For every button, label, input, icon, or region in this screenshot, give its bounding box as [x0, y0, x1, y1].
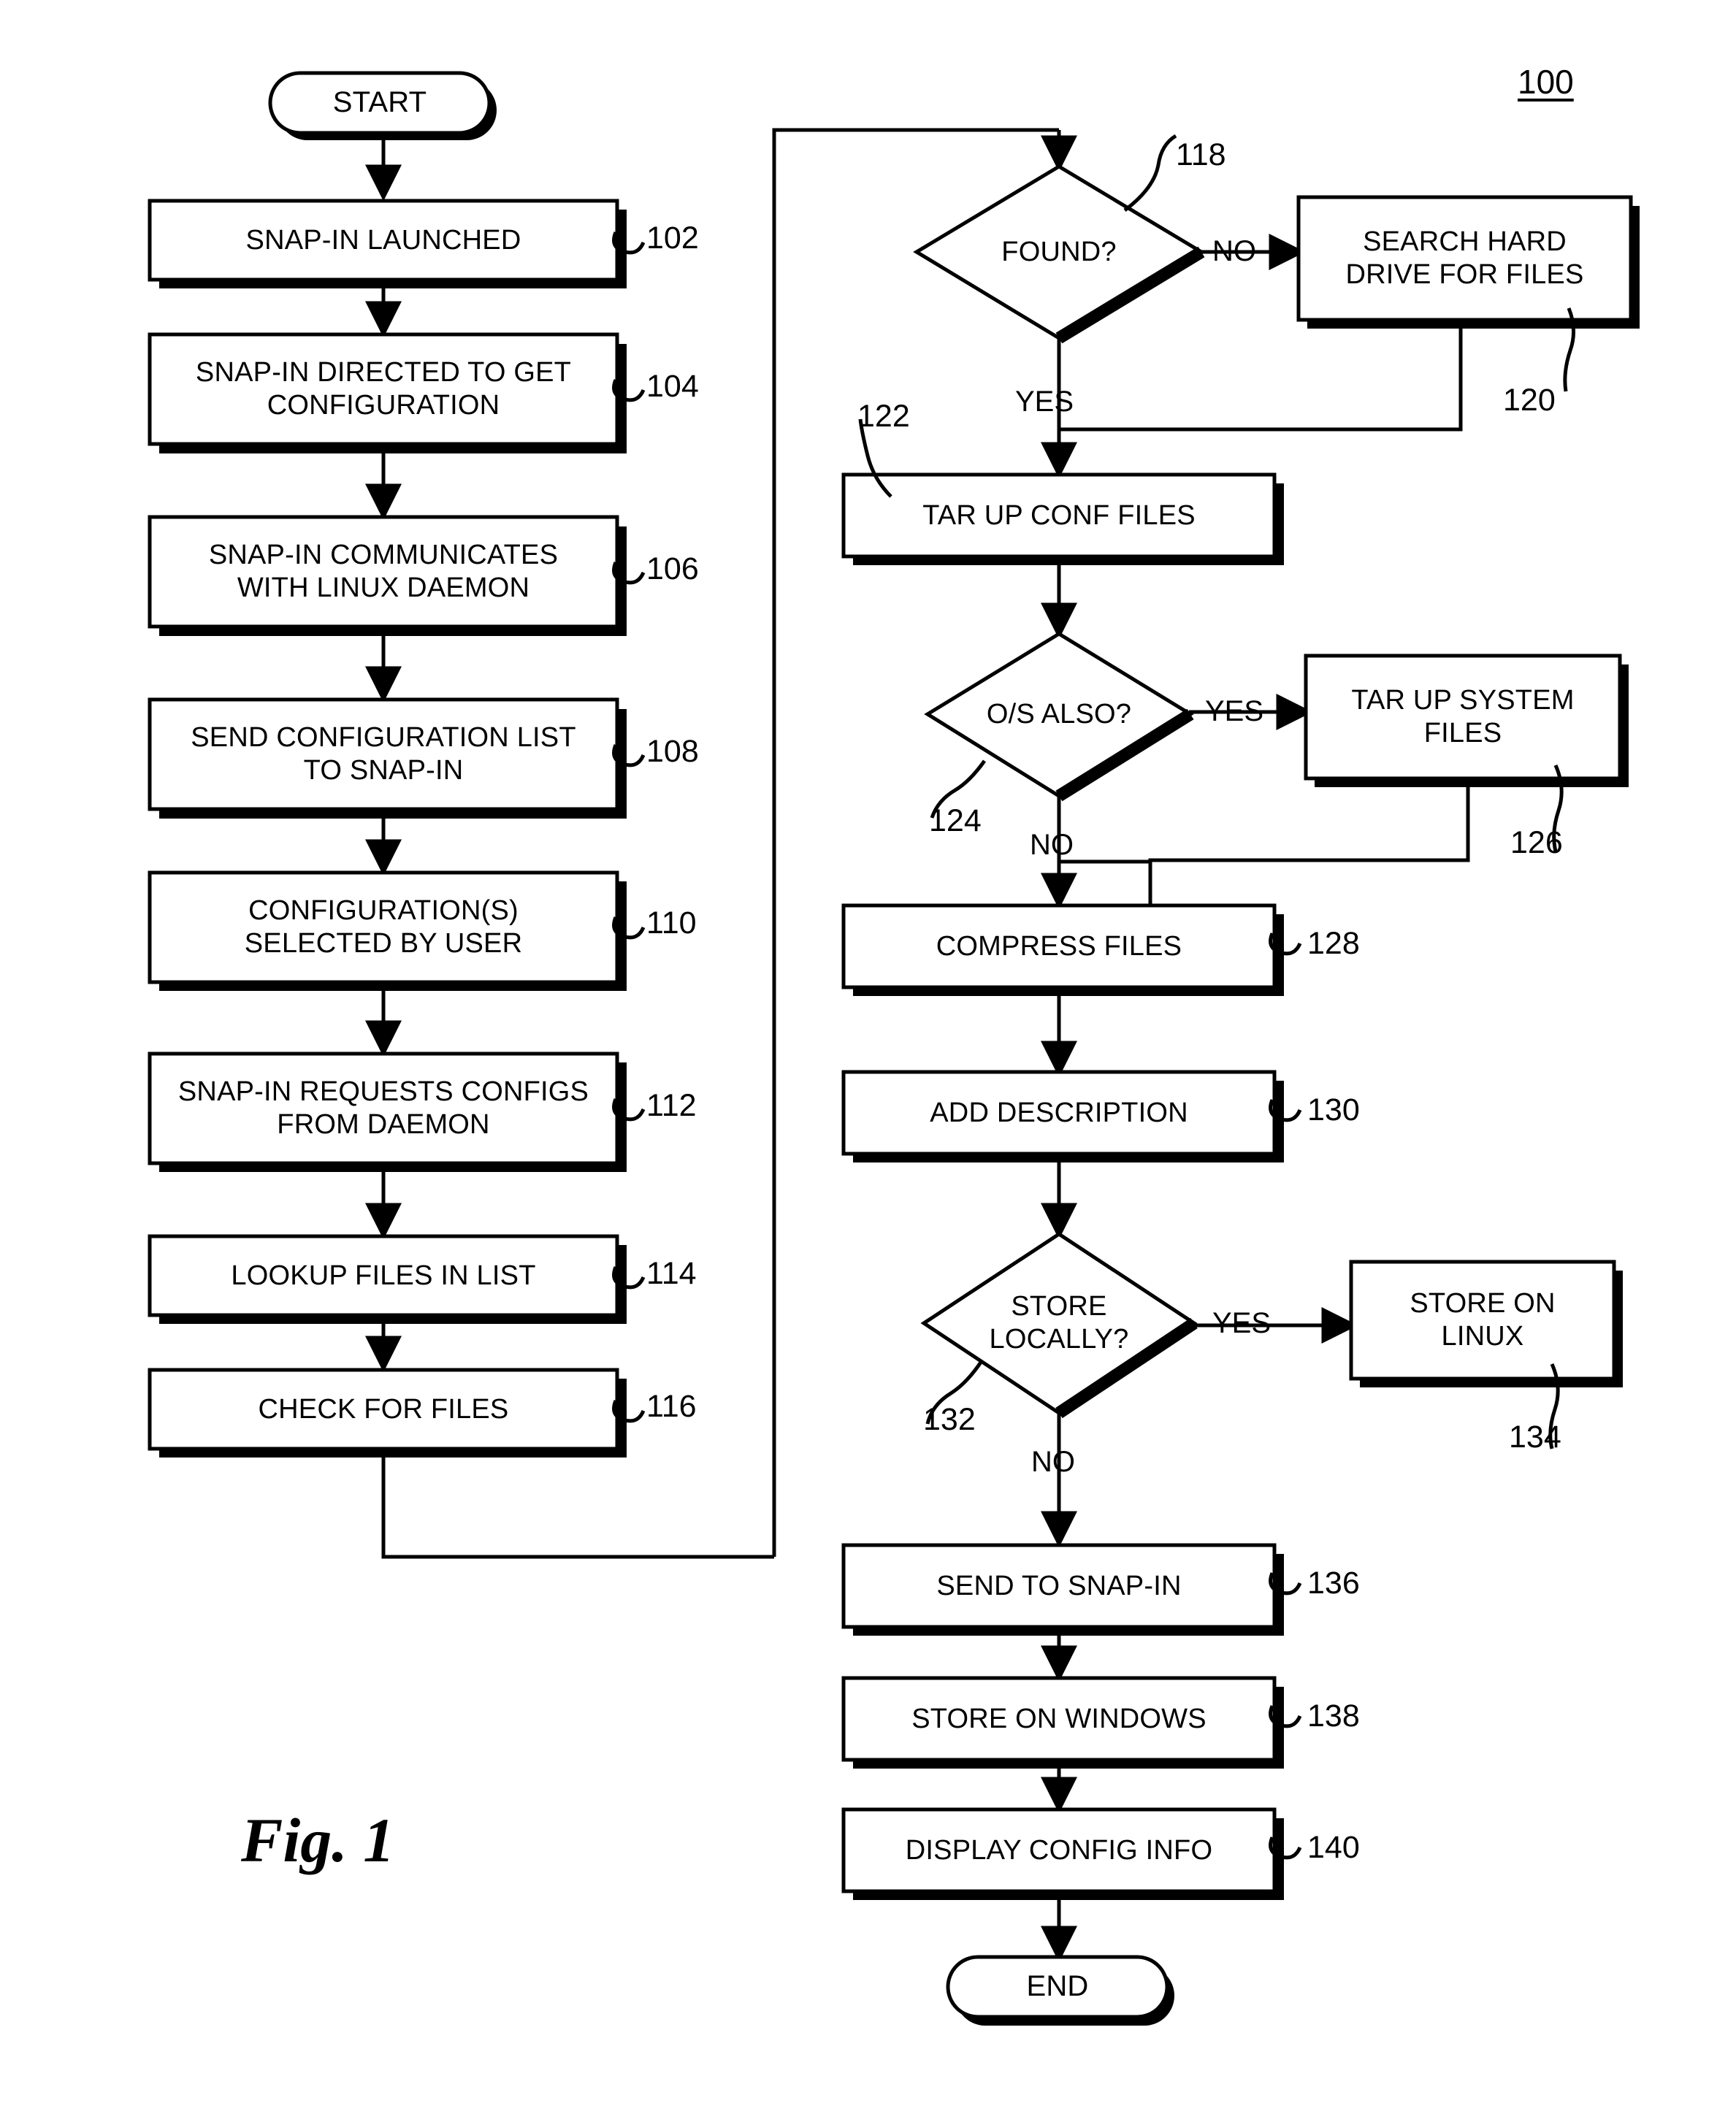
shape-122: [841, 472, 1277, 559]
shape-102: [148, 199, 619, 282]
ref-102: 102: [646, 221, 699, 256]
shape-start: [268, 71, 492, 135]
ref-118: 118: [1176, 137, 1226, 172]
shape-120: [1296, 195, 1633, 322]
ref-110: 110: [646, 905, 697, 941]
edge-label-os-yes: YES: [1205, 695, 1264, 727]
shape-108: [148, 697, 619, 811]
edge-116-to-riser: [381, 1449, 774, 1559]
shape-130: [841, 1070, 1277, 1156]
shape-116: [148, 1368, 619, 1451]
ref-140: 140: [1307, 1830, 1360, 1865]
shape-104: [148, 332, 619, 446]
ref-132: 132: [923, 1402, 976, 1437]
ref-108: 108: [646, 734, 699, 769]
ref-134: 134: [1509, 1420, 1561, 1455]
ref-114: 114: [646, 1256, 697, 1291]
shape-118: [913, 164, 1205, 340]
shape-106: [148, 515, 619, 629]
shape-132: [920, 1232, 1198, 1416]
ref-126: 126: [1510, 825, 1563, 860]
ref-system-100: 100: [1518, 63, 1574, 101]
ref-122: 122: [857, 399, 910, 434]
shape-end: [946, 1955, 1169, 2019]
shape-136: [841, 1543, 1277, 1629]
ref-116: 116: [646, 1389, 697, 1424]
ref-136: 136: [1307, 1566, 1360, 1601]
shape-114: [148, 1234, 619, 1317]
edge-label-found-yes: YES: [1015, 386, 1074, 418]
patent-figure-page: START SNAP-IN LAUNCHED SNAP-IN DIRECTED …: [0, 0, 1736, 2122]
ref-138: 138: [1307, 1698, 1360, 1734]
shape-140: [841, 1807, 1277, 1893]
ref-120: 120: [1503, 383, 1556, 418]
ref-130: 130: [1307, 1092, 1360, 1127]
edge-126-return: [1148, 784, 1470, 904]
leader-118: [1123, 134, 1177, 212]
ref-128: 128: [1307, 926, 1360, 961]
ref-124: 124: [929, 803, 982, 838]
shape-124: [924, 632, 1194, 798]
edge-label-os-no: NO: [1030, 829, 1074, 861]
edge-label-store-yes: YES: [1212, 1307, 1272, 1339]
shape-110: [148, 870, 619, 984]
ref-104: 104: [646, 369, 699, 404]
edge-120-return: [1059, 325, 1463, 432]
shape-134: [1349, 1260, 1616, 1381]
ref-106: 106: [646, 551, 699, 586]
shape-128: [841, 903, 1277, 989]
ref-112: 112: [646, 1088, 697, 1123]
node-shapes: [148, 71, 1633, 2019]
shape-126: [1304, 654, 1622, 781]
figure-caption: Fig. 1: [241, 1805, 395, 1875]
edge-label-store-no: NO: [1031, 1446, 1075, 1478]
shape-112: [148, 1052, 619, 1165]
shape-138: [841, 1676, 1277, 1762]
edge-label-found-no: NO: [1212, 235, 1256, 267]
